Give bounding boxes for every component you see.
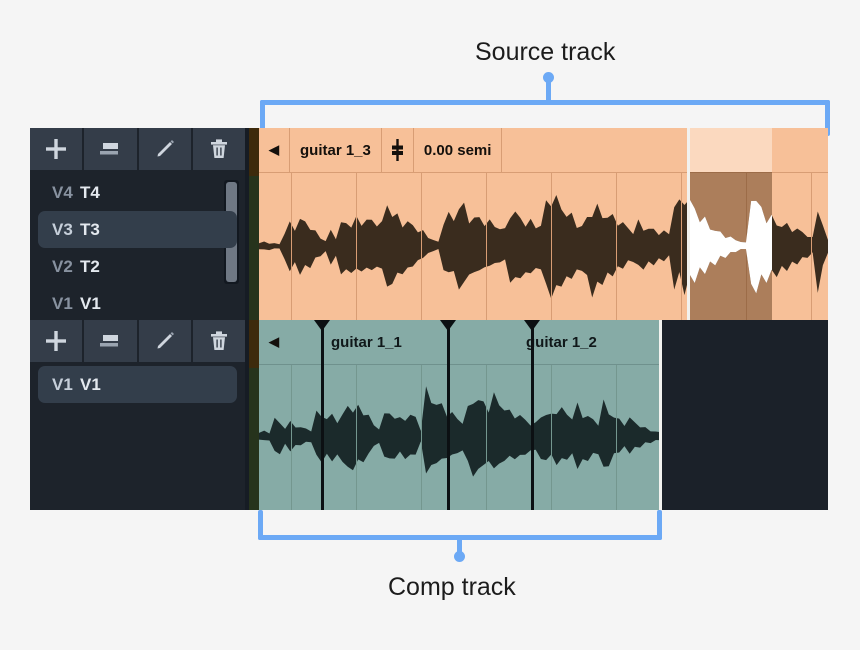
bar-gridline [486,173,487,320]
flatten-icon [100,143,119,155]
bar-gridline [421,173,422,320]
playhead[interactable] [659,320,662,510]
source-track-clip-area[interactable]: ◀ guitar 1_3 0.00 semi [259,128,828,320]
playhead[interactable] [687,128,690,320]
take-name-label: V1 [80,374,101,394]
plus-icon [46,331,67,351]
source-annotation-bracket [260,100,830,105]
comp-segment-handle[interactable] [524,320,540,331]
comp-segment-divider[interactable] [447,320,450,510]
bar-gridline [356,173,357,320]
comp-audio-clip[interactable]: ◀ guitar 1_1 guitar 1_2 [259,320,661,510]
clip-collapse-toggle[interactable]: ◀ [259,320,321,364]
flatten-take-button[interactable] [84,128,139,170]
bar-gridline [811,173,812,320]
source-track-sidepanel: V4 T4 V3 T3 V2 T2 V1 V1 [30,128,245,320]
trash-icon [210,331,227,350]
bar-gridline [551,173,552,320]
flatten-icon [100,335,119,347]
pencil-icon [157,332,174,349]
bar-gridline [486,365,487,510]
trash-icon [210,139,227,158]
edit-take-button[interactable] [138,320,193,362]
take-version-label: V1 [52,374,73,394]
comp-track-toolbar [30,320,245,362]
comp-segment-label: guitar 1_1 [331,333,402,351]
transpose-control[interactable] [382,128,414,172]
bar-gridline [551,365,552,510]
comp-track: V1 V1 ◀ guitar 1_1 guitar 1_2 [30,320,828,510]
transpose-icon [391,139,403,161]
take-name-label: T3 [80,219,100,239]
comp-annotation-dot [454,551,465,562]
take-version-label: V4 [52,182,73,202]
collapse-arrow-icon: ◀ [269,334,279,349]
take-row[interactable]: V3 T3 [38,211,237,248]
take-version-label: V2 [52,256,73,276]
take-name-label: V1 [80,293,101,313]
source-track-color-strip [249,176,259,320]
source-track-toolbar [30,128,245,170]
bar-gridline [421,365,422,510]
source-annotation-bracket-left [260,100,265,130]
take-row[interactable]: V2 T2 [38,248,237,285]
source-annotation-stem [546,78,551,102]
bar-gridline [616,365,617,510]
bar-gridline [681,173,682,320]
delete-take-button[interactable] [192,128,245,170]
take-name-label: T2 [80,256,100,276]
plus-icon [46,139,67,159]
bar-gridline [356,365,357,510]
comp-track-take-list[interactable]: V1 V1 [30,366,245,510]
bar-gridline [616,173,617,320]
source-audio-clip[interactable]: ◀ guitar 1_3 0.00 semi [259,128,828,320]
source-track-take-list[interactable]: V4 T4 V3 T3 V2 T2 V1 V1 [30,174,245,320]
take-version-label: V3 [52,219,73,239]
comp-track-clip-area[interactable]: ◀ guitar 1_1 guitar 1_2 [259,320,828,510]
add-take-button[interactable] [30,320,85,362]
flatten-take-button[interactable] [84,320,139,362]
take-name-label: T4 [80,182,100,202]
take-version-label: V1 [52,293,73,313]
source-track-annotation-label: Source track [475,38,616,66]
comp-segment-handle[interactable] [314,320,330,331]
daw-take-comping-panel: V4 T4 V3 T3 V2 T2 V1 V1 ◀ guitar 1_3 0.0… [30,128,828,510]
comp-segment-handle[interactable] [440,320,456,331]
edit-take-button[interactable] [138,128,193,170]
add-take-button[interactable] [30,128,85,170]
clip-header-divider [259,364,661,365]
screenshot-root: Source track V4 T4 V3 T3 V2 T2 V1 V1 ◀ g… [0,0,860,650]
source-track: V4 T4 V3 T3 V2 T2 V1 V1 ◀ guitar 1_3 0.0… [30,128,828,320]
comp-segment-divider[interactable] [321,320,324,510]
take-row[interactable]: V1 V1 [38,366,237,403]
delete-take-button[interactable] [192,320,245,362]
source-track-color-strip-top [249,128,259,176]
clip-collapse-toggle[interactable]: ◀ [259,128,290,172]
comp-track-color-strip-top [249,320,259,368]
comp-segment-divider[interactable] [531,320,534,510]
collapse-arrow-icon: ◀ [269,142,279,157]
pencil-icon [157,140,174,157]
bar-gridline [291,365,292,510]
transpose-value-label: 0.00 semi [414,128,503,172]
comp-track-color-strip [249,368,259,510]
take-row[interactable]: V1 V1 [38,285,237,322]
comp-track-sidepanel: V1 V1 [30,320,245,510]
comp-track-annotation-label: Comp track [388,573,516,601]
take-row[interactable]: V4 T4 [38,174,237,211]
clip-name-label: guitar 1_3 [290,128,382,172]
bar-gridline [291,173,292,320]
